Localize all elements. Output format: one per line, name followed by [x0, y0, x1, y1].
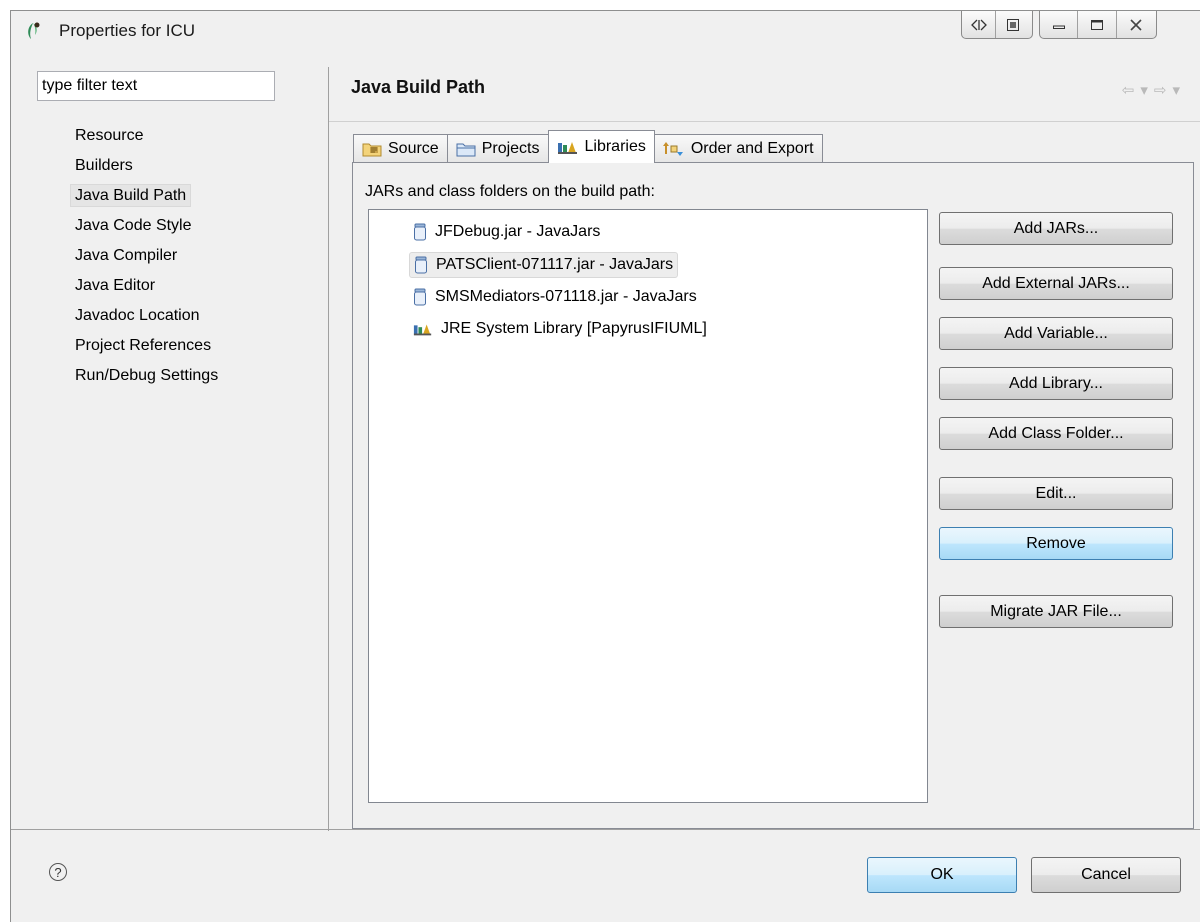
- add-external-jars-button[interactable]: Add External JARs...: [939, 267, 1173, 300]
- source-folder-icon: [362, 143, 382, 157]
- remove-button[interactable]: Remove: [939, 527, 1173, 560]
- cancel-button[interactable]: Cancel: [1031, 857, 1181, 893]
- window-controls: [1039, 11, 1157, 39]
- nav-item-java-build-path[interactable]: Java Build Path: [67, 181, 327, 211]
- nav-item-label: Javadoc Location: [75, 307, 200, 324]
- forward-menu-chevron-icon[interactable]: ▾: [1172, 81, 1180, 99]
- restore-pane-icon[interactable]: [996, 11, 1030, 38]
- minimize-icon[interactable]: [1040, 11, 1079, 38]
- edit-button[interactable]: Edit...: [939, 477, 1173, 510]
- move-icon[interactable]: [962, 11, 996, 38]
- maximize-icon[interactable]: [1078, 11, 1117, 38]
- page-title: Java Build Path: [351, 77, 486, 97]
- tab-label: Projects: [481, 140, 540, 157]
- tab-label: Order and Export: [690, 140, 814, 157]
- libraries-icon: [557, 142, 577, 154]
- projects-folder-icon: [456, 143, 476, 157]
- add-jars-button[interactable]: Add JARs...: [939, 212, 1173, 245]
- order-export-icon: [662, 142, 683, 156]
- close-icon[interactable]: [1117, 11, 1156, 38]
- forward-arrow-icon[interactable]: ⇨: [1154, 81, 1167, 99]
- tab-label: Libraries: [584, 138, 646, 155]
- add-library-button[interactable]: Add Library...: [939, 367, 1173, 400]
- nav-item-label: Java Code Style: [75, 217, 192, 234]
- migrate-jar-file-button[interactable]: Migrate JAR File...: [939, 595, 1173, 628]
- footer-divider: [11, 829, 1200, 830]
- window-title: Properties for ICU: [59, 21, 196, 40]
- add-variable-button[interactable]: Add Variable...: [939, 317, 1173, 350]
- sidebar-divider[interactable]: [328, 67, 329, 831]
- library-icon: [413, 324, 432, 336]
- jar-icon: [415, 256, 427, 274]
- nav-item-java-compiler[interactable]: Java Compiler: [67, 241, 327, 271]
- tab-order-and-export[interactable]: Order and Export: [653, 134, 823, 163]
- history-navigation: ⇦ ▾ ⇨ ▾: [1122, 81, 1180, 99]
- nav-item-resource[interactable]: Resource: [67, 121, 327, 151]
- nav-item-builders[interactable]: Builders: [67, 151, 327, 181]
- tab-projects[interactable]: Projects: [446, 134, 549, 163]
- tab-source[interactable]: Source: [353, 134, 448, 163]
- nav-item-label: Resource: [75, 127, 144, 144]
- nav-item-label: Builders: [75, 157, 133, 174]
- nav-item-java-editor[interactable]: Java Editor: [67, 271, 327, 301]
- list-item-label: JRE System Library [PapyrusIFIUML]: [441, 320, 707, 337]
- ok-button[interactable]: OK: [867, 857, 1017, 893]
- list-item-jre-system-library[interactable]: JRE System Library [PapyrusIFIUML]: [409, 316, 711, 342]
- title-bar[interactable]: Properties for ICU: [11, 11, 1200, 49]
- property-page-list: Resource Builders Java Build Path Java C…: [67, 121, 327, 391]
- list-item-smsmediators-jar[interactable]: SMSMediators-071118.jar - JavaJars: [409, 284, 701, 310]
- nav-item-javadoc-location[interactable]: Javadoc Location: [67, 301, 327, 331]
- back-menu-chevron-icon[interactable]: ▾: [1140, 81, 1148, 99]
- tab-label: Source: [388, 140, 439, 157]
- jar-icon: [414, 288, 426, 306]
- properties-dialog: Properties for ICU Resource Builders J: [10, 10, 1200, 922]
- view-controls: [961, 11, 1033, 39]
- jar-icon: [414, 223, 426, 241]
- list-item-label: JFDebug.jar - JavaJars: [435, 223, 601, 240]
- list-item-label: PATSClient-071117.jar - JavaJars: [436, 256, 674, 273]
- build-path-tabs: Source Projects Libraries Order and Expo…: [353, 130, 823, 163]
- list-item-label: SMSMediators-071118.jar - JavaJars: [435, 288, 697, 305]
- eclipse-app-icon: [28, 22, 40, 39]
- header-divider: [329, 121, 1200, 122]
- back-arrow-icon[interactable]: ⇦: [1122, 81, 1135, 99]
- nav-item-label: Run/Debug Settings: [75, 367, 219, 384]
- nav-item-label: Java Editor: [75, 277, 156, 294]
- tab-libraries[interactable]: Libraries: [547, 130, 655, 163]
- build-path-entries-list[interactable]: JFDebug.jar - JavaJars PATSClient-071117…: [368, 209, 928, 803]
- help-icon[interactable]: ?: [49, 863, 67, 881]
- nav-item-label: Java Compiler: [75, 247, 178, 264]
- filter-input[interactable]: [37, 71, 275, 101]
- nav-item-label: Project References: [75, 337, 212, 354]
- nav-item-project-references[interactable]: Project References: [67, 331, 327, 361]
- nav-item-label: Java Build Path: [70, 184, 192, 207]
- list-item-patsclient-jar[interactable]: PATSClient-071117.jar - JavaJars: [409, 252, 679, 278]
- add-class-folder-button[interactable]: Add Class Folder...: [939, 417, 1173, 450]
- build-path-list-label: JARs and class folders on the build path…: [365, 183, 655, 200]
- nav-item-java-code-style[interactable]: Java Code Style: [67, 211, 327, 241]
- list-item-jfdebug-jar[interactable]: JFDebug.jar - JavaJars: [409, 219, 604, 245]
- nav-item-run-debug-settings[interactable]: Run/Debug Settings: [67, 361, 327, 391]
